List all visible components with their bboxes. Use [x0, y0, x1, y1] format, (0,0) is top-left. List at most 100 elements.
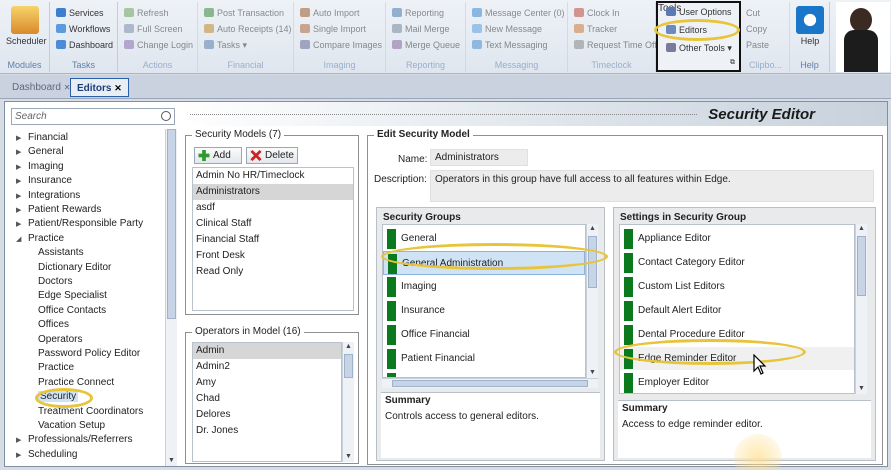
scrollbar-thumb[interactable] [392, 380, 588, 387]
tree-item-operators[interactable]: Operators [38, 333, 82, 347]
compare-images-button[interactable]: Compare Images [300, 38, 382, 52]
post-transaction-button[interactable]: Post Transaction [204, 6, 284, 20]
tree-item-office-contacts[interactable]: Office Contacts [38, 304, 106, 318]
search-icon[interactable] [161, 111, 171, 121]
scheduler-button[interactable]: Scheduler [6, 6, 47, 46]
tree-item-practice-connect[interactable]: Practice Connect [38, 376, 114, 390]
tree-item-general[interactable]: ▶ General [16, 145, 64, 159]
text-messaging-button[interactable]: Text Messaging [472, 38, 548, 52]
scroll-down-icon[interactable]: ▼ [166, 456, 177, 466]
operators-scrollbar[interactable]: ▲ ▼ [342, 342, 354, 462]
tree-item-patient-responsible-party[interactable]: ▶ Patient/Responsible Party [16, 217, 143, 231]
list-item[interactable]: Financial Staff [193, 232, 353, 248]
tracker-button[interactable]: Tracker [574, 22, 617, 36]
auto-receipts-button[interactable]: Auto Receipts (14) [204, 22, 292, 36]
refresh-button[interactable]: Refresh [124, 6, 169, 20]
list-item[interactable]: Chad [193, 391, 341, 407]
list-item[interactable]: Admin [193, 343, 341, 359]
list-item[interactable]: Dr. Jones [193, 423, 341, 439]
tab-dashboard[interactable]: Dashboard ✕ [6, 78, 76, 97]
scrollbar-thumb[interactable] [344, 354, 353, 378]
delete-model-button[interactable]: Delete [246, 147, 298, 164]
user-avatar[interactable] [836, 2, 890, 72]
list-item[interactable]: Appliance Editor [620, 227, 854, 251]
scroll-down-icon[interactable]: ▼ [856, 384, 867, 394]
new-message-button[interactable]: New Message [472, 22, 542, 36]
dashboard-button[interactable]: Dashboard [56, 38, 113, 52]
list-item[interactable]: Employer Editor [620, 371, 854, 393]
collapsed-arrow-icon[interactable]: ▶ [16, 204, 28, 218]
tab-close-icon[interactable]: ✕ [114, 83, 122, 93]
description-field[interactable]: Operators in this group have full access… [430, 170, 874, 202]
tree-item-financial[interactable]: ▶ Financial [16, 131, 68, 145]
collapsed-arrow-icon[interactable]: ▶ [16, 132, 28, 146]
tab-editors[interactable]: Editors ✕ [70, 78, 129, 97]
collapsed-arrow-icon[interactable]: ▶ [16, 146, 28, 160]
scrollbar-thumb[interactable] [857, 236, 866, 296]
tree-item-offices[interactable]: Offices [38, 318, 69, 332]
tree-item-integrations[interactable]: ▶ Integrations [16, 189, 80, 203]
copy-button[interactable]: Copy [746, 22, 767, 36]
auto-import-button[interactable]: Auto Import [300, 6, 360, 20]
list-item[interactable]: Clinical Staff [193, 216, 353, 232]
scroll-up-icon[interactable]: ▲ [587, 224, 598, 234]
tree-search-input[interactable]: Search [11, 108, 175, 125]
collapsed-arrow-icon[interactable]: ▶ [16, 175, 28, 189]
request-time-off-button[interactable]: Request Time Off [574, 38, 657, 52]
list-item[interactable]: Amy [193, 375, 341, 391]
list-item[interactable]: Administrators [193, 184, 353, 200]
list-item[interactable]: Office Financial [383, 323, 585, 347]
groups-horizontal-scrollbar[interactable] [382, 378, 598, 388]
clock-in-button[interactable]: Clock In [574, 6, 620, 20]
list-item[interactable]: Delores [193, 407, 341, 423]
tree-item-doctors[interactable]: Doctors [38, 275, 72, 289]
collapsed-arrow-icon[interactable]: ▶ [16, 434, 28, 448]
other-tools-button[interactable]: Other Tools ▾ [666, 41, 732, 55]
help-button[interactable]: Help [794, 6, 826, 46]
full-screen-button[interactable]: Full Screen [124, 22, 183, 36]
list-item[interactable]: Custom List Editors [620, 275, 854, 299]
tree-item-practice[interactable]: Practice [38, 361, 74, 375]
collapsed-arrow-icon[interactable]: ▶ [16, 449, 28, 463]
tree-scrollbar[interactable]: ▼ [165, 129, 177, 466]
financial-tasks-button[interactable]: Tasks ▾ [204, 38, 247, 52]
tree-item-password-policy-editor[interactable]: Password Policy Editor [38, 347, 140, 361]
collapsed-arrow-icon[interactable]: ▶ [16, 218, 28, 232]
tree-item-insurance[interactable]: ▶ Insurance [16, 174, 72, 188]
tree-item-scheduling[interactable]: ▶ Scheduling [16, 448, 77, 462]
list-item[interactable]: Default Alert Editor [620, 299, 854, 323]
list-item[interactable]: Patient Financial [383, 347, 585, 371]
list-item[interactable]: asdf [193, 200, 353, 216]
list-item[interactable]: Contact Category Editor [620, 251, 854, 275]
tree-item-patient-rewards[interactable]: ▶ Patient Rewards [16, 203, 101, 217]
services-button[interactable]: Services [56, 6, 104, 20]
list-item[interactable]: Admin No HR/Timeclock [193, 168, 353, 184]
list-item[interactable]: Patient Record [383, 371, 585, 377]
tree-item-practice[interactable]: ◢ Practice [16, 232, 64, 246]
tree-item-vacation-setup[interactable]: Vacation Setup [38, 419, 105, 433]
security-models-list[interactable]: Admin No HR/Timeclock Administrators asdf C… [192, 167, 354, 311]
reporting-button[interactable]: Reporting [392, 6, 444, 20]
scroll-down-icon[interactable]: ▼ [587, 368, 598, 378]
scrollbar-thumb[interactable] [167, 129, 176, 319]
tree-item-professionals-referrers[interactable]: ▶ Professionals/Referrers [16, 433, 132, 447]
cut-button[interactable]: Cut [746, 6, 760, 20]
name-field[interactable]: Administrators [430, 149, 528, 166]
change-login-button[interactable]: Change Login [124, 38, 193, 52]
user-options-button[interactable]: User Options [666, 5, 732, 19]
scroll-down-icon[interactable]: ▼ [343, 452, 354, 462]
single-import-button[interactable]: Single Import [300, 22, 366, 36]
list-item[interactable]: Insurance [383, 299, 585, 323]
list-item[interactable]: Admin2 [193, 359, 341, 375]
groups-scrollbar[interactable]: ▲ ▼ [586, 224, 598, 378]
add-model-button[interactable]: Add [194, 147, 242, 164]
merge-queue-button[interactable]: Merge Queue [392, 38, 460, 52]
scroll-up-icon[interactable]: ▲ [343, 342, 354, 352]
collapsed-arrow-icon[interactable]: ▶ [16, 161, 28, 175]
workflows-button[interactable]: Workflows [56, 22, 110, 36]
scroll-up-icon[interactable]: ▲ [856, 224, 867, 234]
tree-item-assistants[interactable]: Assistants [38, 246, 84, 260]
paste-button[interactable]: Paste [746, 38, 769, 52]
tree-item-dictionary-editor[interactable]: Dictionary Editor [38, 261, 111, 275]
collapsed-arrow-icon[interactable]: ▶ [16, 190, 28, 204]
